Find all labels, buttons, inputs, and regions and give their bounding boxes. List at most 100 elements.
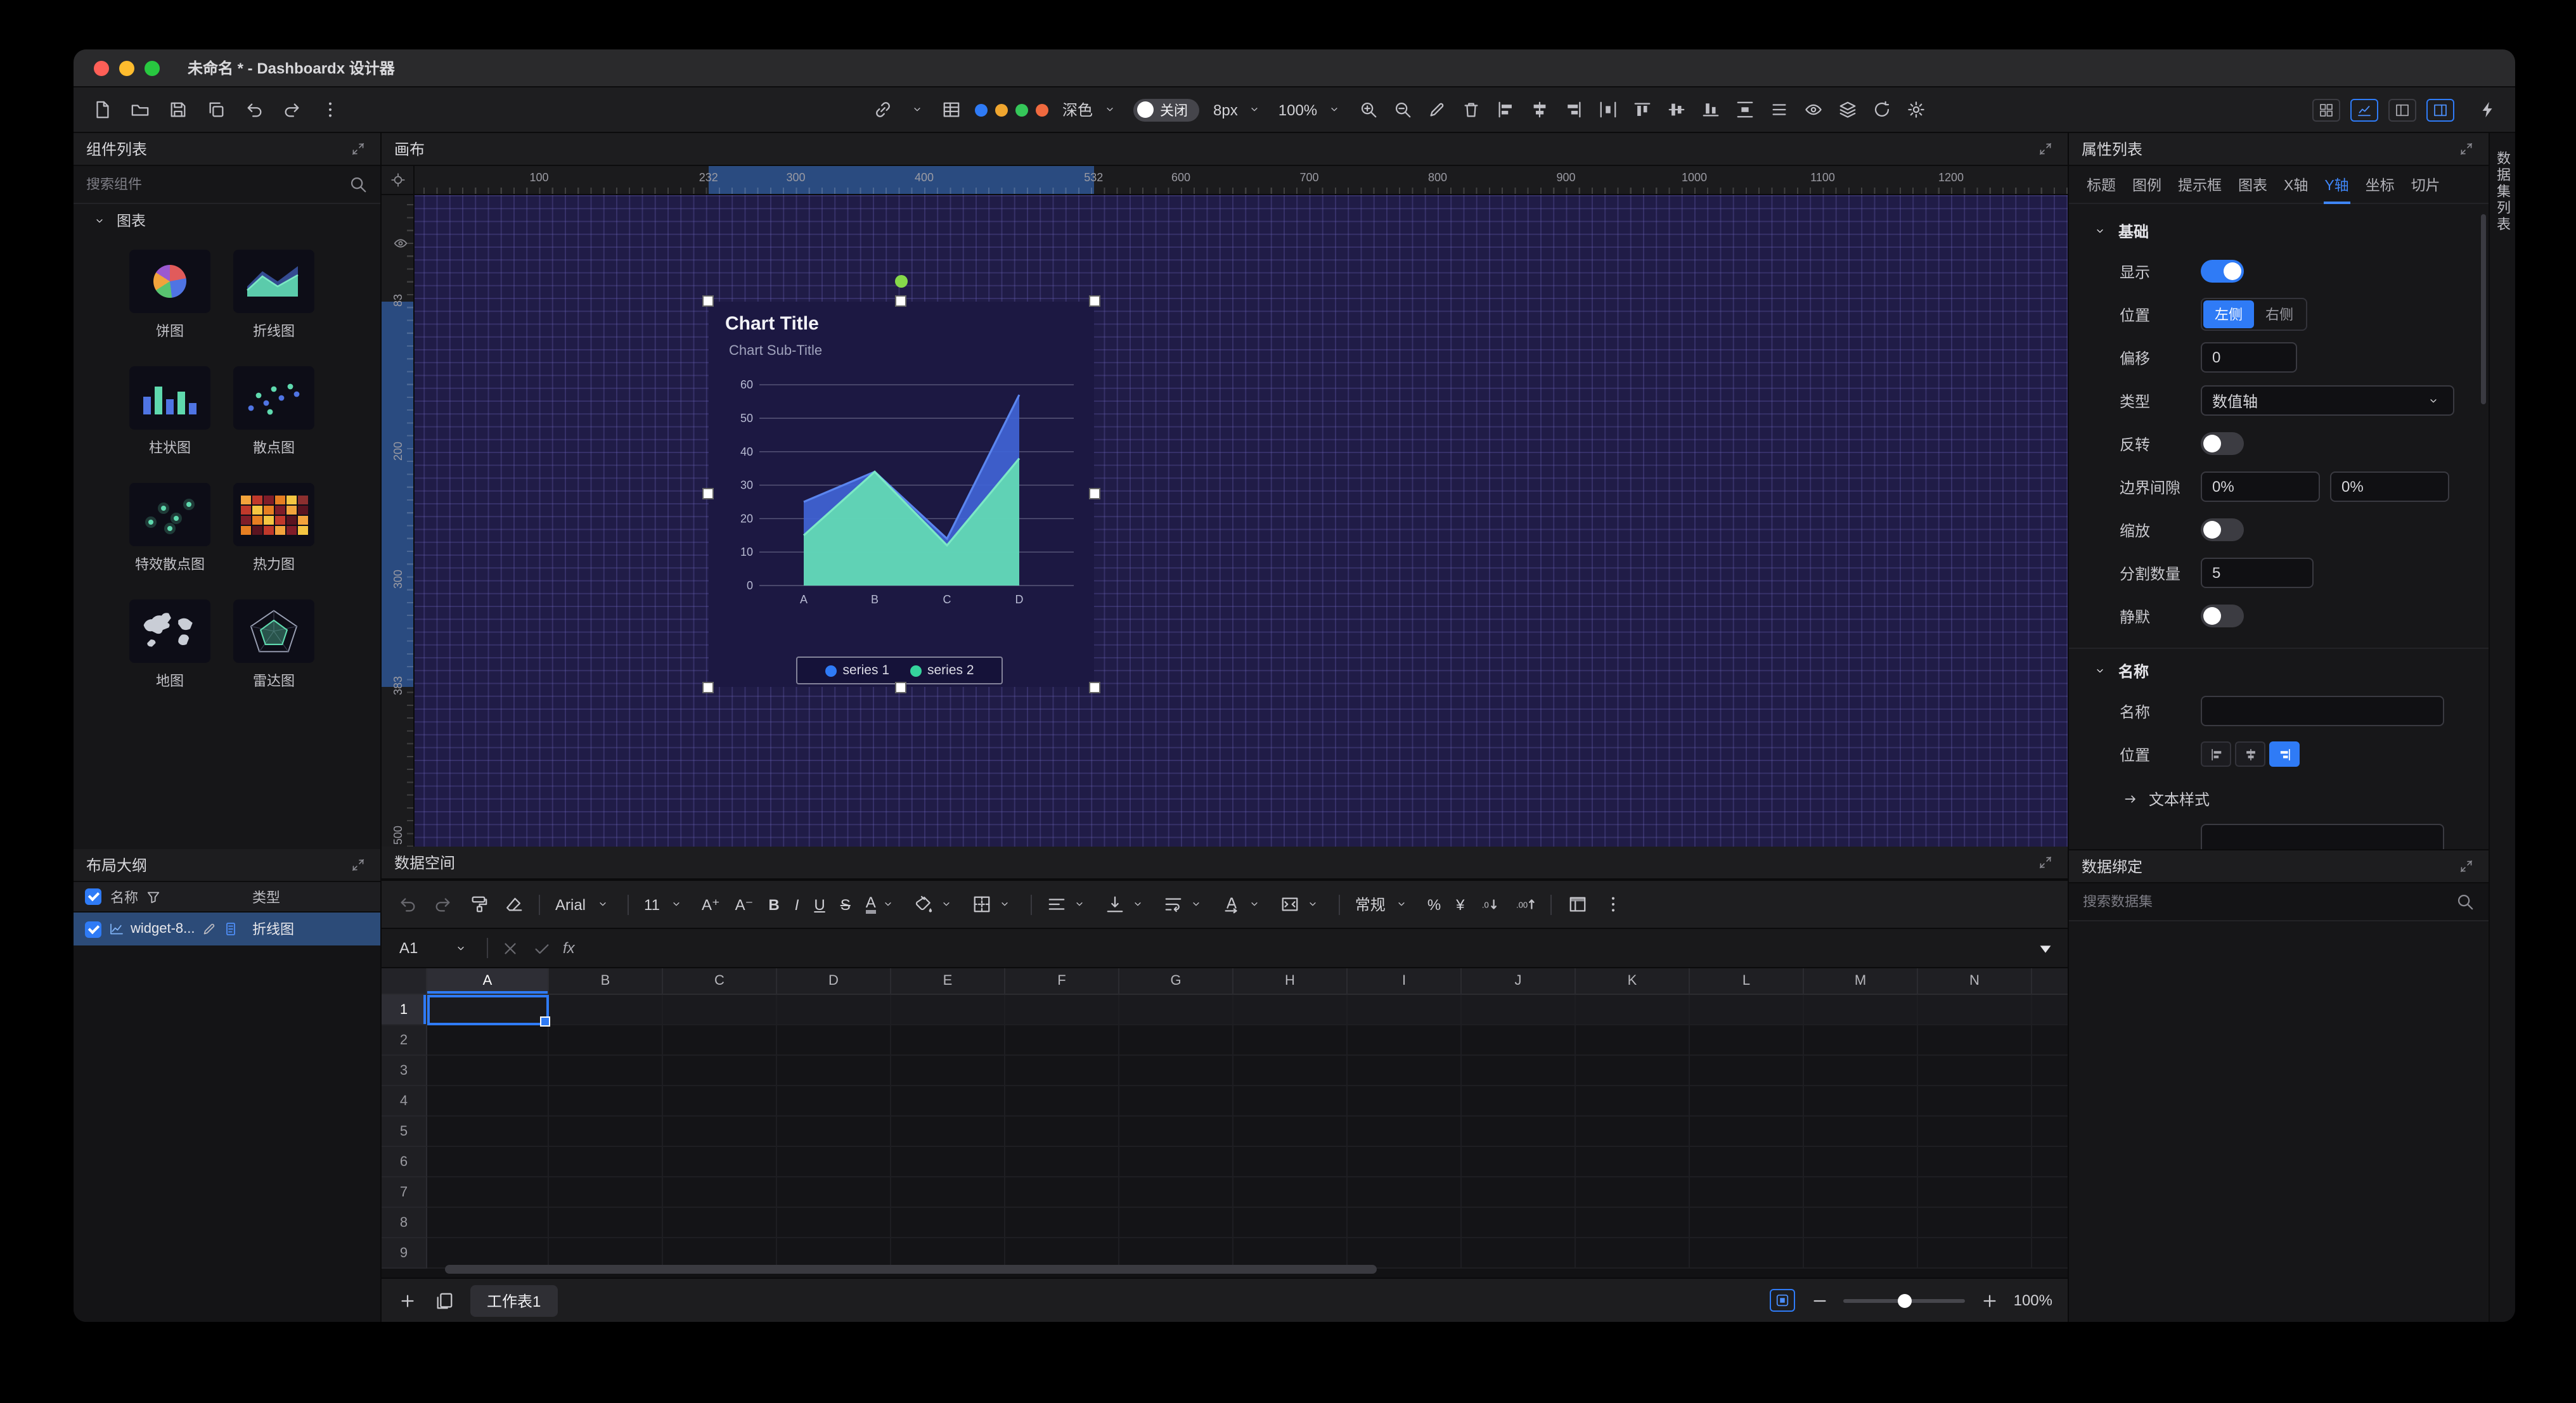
cell-K7[interactable] (1576, 1177, 1690, 1208)
cell-K3[interactable] (1576, 1056, 1690, 1086)
cell-O9[interactable] (2032, 1238, 2068, 1269)
tab-坐标[interactable]: 坐标 (2364, 165, 2396, 203)
font-color-button[interactable]: A (866, 894, 899, 914)
cell-A3[interactable] (427, 1056, 549, 1086)
segment-right[interactable]: 右侧 (2254, 300, 2305, 328)
resize-handle-top-center[interactable] (895, 295, 906, 307)
resize-handle-bottom-center[interactable] (895, 682, 906, 693)
cell-A2[interactable] (427, 1025, 549, 1056)
cell-B8[interactable] (549, 1208, 663, 1238)
open-file-icon[interactable] (129, 99, 150, 120)
cell-H1[interactable] (1233, 995, 1348, 1025)
formula-expand-icon[interactable] (2035, 938, 2055, 958)
cell-D3[interactable] (777, 1056, 891, 1086)
cell-M7[interactable] (1804, 1177, 1918, 1208)
cell-G8[interactable] (1119, 1208, 1233, 1238)
strikethrough-button[interactable]: S (840, 895, 851, 913)
cell-J5[interactable] (1462, 1117, 1576, 1147)
cell-A6[interactable] (427, 1147, 549, 1177)
cell-C8[interactable] (663, 1208, 777, 1238)
cell-N7[interactable] (1918, 1177, 2032, 1208)
cell-E6[interactable] (891, 1147, 1005, 1177)
cell-M9[interactable] (1804, 1238, 1918, 1269)
cell-C5[interactable] (663, 1117, 777, 1147)
cell-K9[interactable] (1576, 1238, 1690, 1269)
component-pie[interactable]: 饼图 (129, 250, 210, 341)
row-header-2[interactable]: 2 (382, 1025, 427, 1056)
cell-reference-box[interactable]: A1 (394, 938, 475, 958)
search-icon[interactable] (347, 174, 368, 195)
cell-I4[interactable] (1348, 1086, 1462, 1117)
cell-L6[interactable] (1690, 1147, 1804, 1177)
column-header-K[interactable]: K (1576, 968, 1690, 994)
row-header-9[interactable]: 9 (382, 1238, 427, 1269)
cell-G4[interactable] (1119, 1086, 1233, 1117)
cell-J1[interactable] (1462, 995, 1576, 1025)
new-file-icon[interactable] (91, 99, 112, 120)
name-align-start-button[interactable] (2201, 741, 2231, 767)
theme-color-swatches[interactable] (975, 103, 1048, 116)
table-icon[interactable] (941, 99, 961, 120)
formula-input[interactable] (586, 939, 2023, 957)
dataset-strip-label[interactable]: 数据集列表 (2492, 151, 2513, 233)
decrease-decimals-icon[interactable]: .00 (1516, 894, 1536, 914)
component-effect-scatter[interactable]: 特效散点图 (129, 483, 210, 574)
cell-L9[interactable] (1690, 1238, 1804, 1269)
cell-G7[interactable] (1119, 1177, 1233, 1208)
clipped-input[interactable] (2201, 824, 2444, 849)
row-header-6[interactable]: 6 (382, 1147, 427, 1177)
cell-N8[interactable] (1918, 1208, 2032, 1238)
duplicate-icon[interactable] (205, 99, 226, 120)
refresh-icon[interactable] (1871, 99, 1891, 120)
horizontal-scrollbar[interactable] (445, 1265, 1377, 1274)
component-scatter[interactable]: 散点图 (233, 366, 314, 458)
grid-view-button[interactable] (2312, 98, 2340, 121)
text-wrap-button[interactable] (1164, 894, 1207, 914)
duplicate-widget-icon[interactable] (223, 921, 238, 937)
cell-C2[interactable] (663, 1025, 777, 1056)
maximize-window-button[interactable] (145, 60, 160, 75)
column-header-A[interactable]: A (427, 968, 549, 994)
save-icon[interactable] (167, 99, 188, 120)
text-rotate-button[interactable] (1222, 894, 1265, 914)
cell-H9[interactable] (1233, 1238, 1348, 1269)
cell-A5[interactable] (427, 1117, 549, 1147)
swatch-blue[interactable] (975, 103, 988, 116)
cell-D5[interactable] (777, 1117, 891, 1147)
edit-icon[interactable] (1426, 99, 1446, 120)
cell-J3[interactable] (1462, 1056, 1576, 1086)
search-icon[interactable] (2454, 892, 2475, 912)
align-center-horizontal-icon[interactable] (1529, 99, 1549, 120)
legend-item[interactable]: series 1 (825, 663, 889, 678)
underline-button[interactable]: U (814, 895, 825, 913)
distribute-horizontal-icon[interactable] (1597, 99, 1618, 120)
cell-H7[interactable] (1233, 1177, 1348, 1208)
component-bar[interactable]: 柱状图 (129, 366, 210, 458)
cell-J6[interactable] (1462, 1147, 1576, 1177)
cell-O1[interactable] (2032, 995, 2068, 1025)
cell-E5[interactable] (891, 1117, 1005, 1147)
align-left-icon[interactable] (1495, 99, 1515, 120)
cell-D9[interactable] (777, 1238, 891, 1269)
cell-F8[interactable] (1005, 1208, 1119, 1238)
text-style-row[interactable]: 文本样式 (2069, 776, 2489, 817)
canvas-zoom-select[interactable]: 100% (1278, 99, 1344, 120)
resize-handle-middle-right[interactable] (1089, 488, 1100, 499)
fill-color-button[interactable] (914, 894, 957, 914)
cell-J2[interactable] (1462, 1025, 1576, 1056)
display-toggle[interactable] (2201, 260, 2244, 283)
axis-name-input[interactable] (2201, 696, 2444, 726)
segment-left[interactable]: 左侧 (2203, 300, 2254, 328)
cell-G9[interactable] (1119, 1238, 1233, 1269)
cell-O7[interactable] (2032, 1177, 2068, 1208)
cell-K5[interactable] (1576, 1117, 1690, 1147)
cell-A8[interactable] (427, 1208, 549, 1238)
cell-M5[interactable] (1804, 1117, 1918, 1147)
cell-A9[interactable] (427, 1238, 549, 1269)
cell-F6[interactable] (1005, 1147, 1119, 1177)
cell-I1[interactable] (1348, 995, 1462, 1025)
invert-toggle[interactable] (2201, 432, 2244, 455)
resize-handle-top-left[interactable] (702, 295, 714, 307)
borders-button[interactable] (972, 894, 1015, 914)
row-header-4[interactable]: 4 (382, 1086, 427, 1117)
